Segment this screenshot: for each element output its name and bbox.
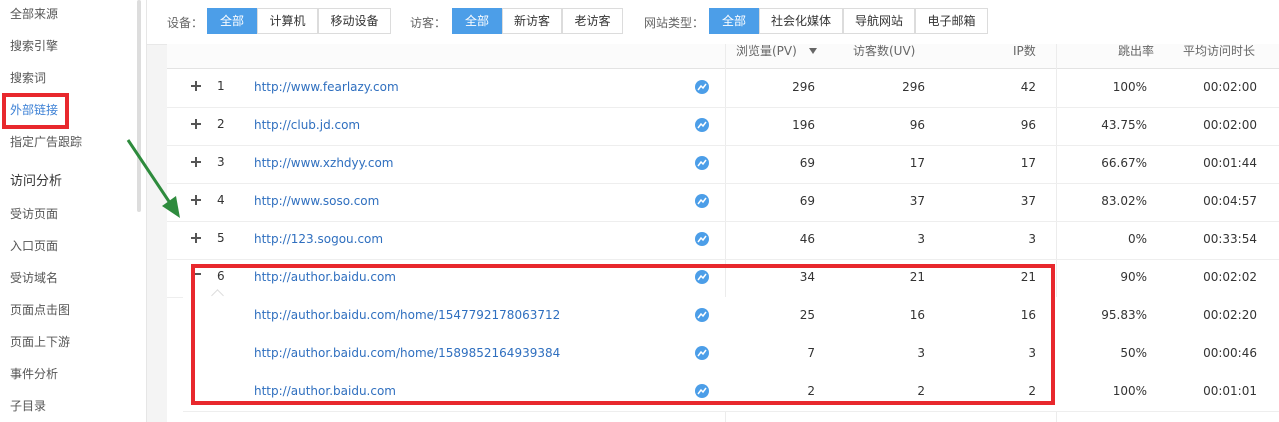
row-url-link[interactable]: http://www.soso.com [254,194,379,208]
cell-bounce: 43.75% [1101,118,1147,132]
table-row[interactable]: 3 http://www.xzhdyy.com 69 17 17 66.67% … [167,145,1279,184]
cell-avg-time: 00:02:02 [1203,270,1257,284]
cell-ip: 3 [1028,232,1036,246]
site-type-email-button[interactable]: 电子邮箱 [915,8,988,34]
trend-chart-icon[interactable] [695,156,709,170]
cell-bounce: 90% [1120,270,1147,284]
table-row[interactable]: 2 http://club.jd.com 196 96 96 43.75% 00… [167,107,1279,146]
cell-pv: 296 [792,80,815,94]
highlight-box-subrows [191,264,1055,405]
visitor-returning-button[interactable]: 老访客 [562,8,623,34]
cell-bounce: 83.02% [1101,194,1147,208]
header-uv[interactable]: 访客数(UV) [853,44,915,59]
cell-ip: 42 [1020,80,1036,94]
cell-avg-time: 00:02:00 [1203,80,1257,94]
cell-bounce: 100% [1112,384,1147,398]
device-mobile-button[interactable]: 移动设备 [318,8,391,34]
row-index: 5 [217,231,225,245]
sidebar-item-visited-domains[interactable]: 受访域名 [10,269,58,286]
visitor-filter-label: 访客： [410,16,447,30]
cell-uv: 296 [902,80,925,94]
header-pv[interactable]: 浏览量(PV) [736,44,797,59]
device-all-button[interactable]: 全部 [207,8,257,34]
cell-bounce: 95.83% [1101,308,1147,322]
device-computer-button[interactable]: 计算机 [257,8,318,34]
table-row[interactable]: 5 http://123.sogou.com 46 3 3 0% 00:33:5… [167,221,1279,260]
cell-avg-time: 00:01:01 [1203,384,1257,398]
cell-avg-time: 00:33:54 [1203,232,1257,246]
cell-uv: 3 [917,232,925,246]
trend-chart-icon[interactable] [695,194,709,208]
sidebar-item-page-flow[interactable]: 页面上下游 [10,333,70,350]
cell-avg-time: 00:00:46 [1203,346,1257,360]
table-row[interactable]: 4 http://www.soso.com 69 37 37 83.02% 00… [167,183,1279,222]
site-type-social-button[interactable]: 社会化媒体 [759,8,843,34]
header-ip[interactable]: IP数 [1013,44,1036,59]
trend-chart-icon[interactable] [695,232,709,246]
row-index: 4 [217,193,225,207]
row-index: 1 [217,79,225,93]
cell-pv: 69 [799,156,815,170]
row-index: 2 [217,117,225,131]
cell-pv: 69 [799,194,815,208]
cell-bounce: 50% [1120,346,1147,360]
header-avg-time[interactable]: 平均访问时长 [1183,44,1255,59]
cell-pv: 46 [799,232,815,246]
cell-uv: 96 [909,118,925,132]
filter-bar: 设备： 全部 计算机 移动设备 访客： 全部 新访客 老访客 网站类型： 全部 … [147,0,1279,45]
site-type-all-button[interactable]: 全部 [709,8,759,34]
trend-chart-icon[interactable] [695,118,709,132]
table-header: 浏览量(PV) 访客数(UV) IP数 跳出率 平均访问时长 [167,44,1279,69]
site-type-filter-label: 网站类型： [644,16,705,30]
sidebar-item-entry-pages[interactable]: 入口页面 [10,237,58,254]
sidebar-item-event-analysis[interactable]: 事件分析 [10,365,58,382]
cell-ip: 37 [1020,194,1036,208]
row-url-link[interactable]: http://club.jd.com [254,118,360,132]
row-url-link[interactable]: http://www.fearlazy.com [254,80,399,94]
cell-uv: 17 [909,156,925,170]
cell-avg-time: 00:02:00 [1203,118,1257,132]
visitor-all-button[interactable]: 全部 [452,8,502,34]
table-row[interactable]: 1 http://www.fearlazy.com 296 296 42 100… [167,69,1279,108]
cell-avg-time: 00:01:44 [1203,156,1257,170]
expand-icon[interactable] [191,233,201,243]
cell-bounce: 66.67% [1101,156,1147,170]
cell-ip: 17 [1020,156,1036,170]
row-url-link[interactable]: http://www.xzhdyy.com [254,156,393,170]
cell-pv: 196 [792,118,815,132]
cell-ip: 96 [1020,118,1036,132]
sidebar-item-click-map[interactable]: 页面点击图 [10,301,70,318]
annotation-arrow-icon [126,139,180,218]
cell-avg-time: 00:02:20 [1203,308,1257,322]
row-url-link[interactable]: http://123.sogou.com [254,232,383,246]
site-type-nav-button[interactable]: 导航网站 [843,8,915,34]
cell-bounce: 0% [1127,232,1147,246]
cell-bounce: 100% [1112,80,1147,94]
row-index: 3 [217,155,225,169]
cell-uv: 37 [909,194,925,208]
sidebar-item-subdirectory[interactable]: 子目录 [10,397,46,414]
visitor-new-button[interactable]: 新访客 [502,8,562,34]
trend-chart-icon[interactable] [695,80,709,94]
sort-desc-icon[interactable] [809,48,817,54]
cell-avg-time: 00:04:57 [1203,194,1257,208]
header-bounce[interactable]: 跳出率 [1118,44,1154,59]
